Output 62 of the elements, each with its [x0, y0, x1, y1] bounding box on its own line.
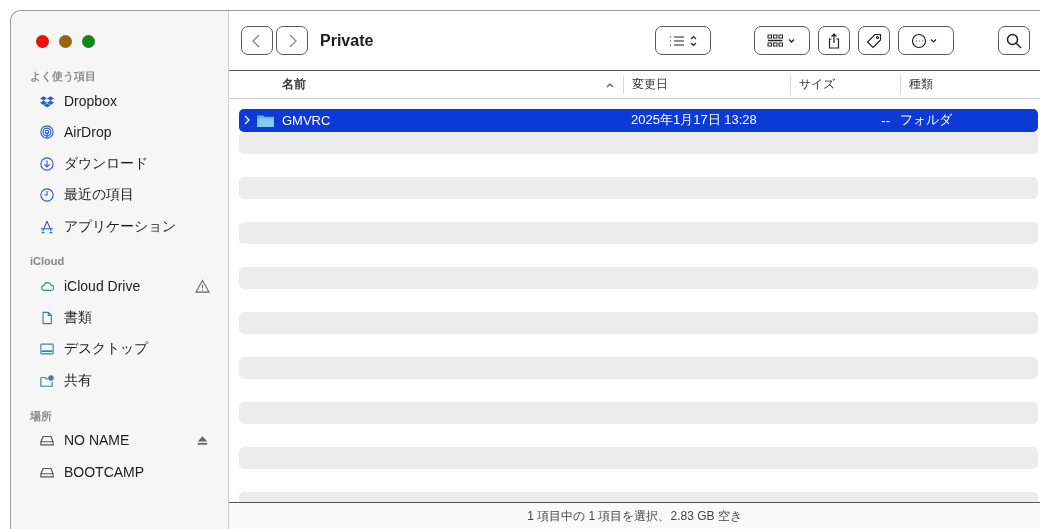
desktop-icon	[40, 342, 54, 357]
forward-button[interactable]	[276, 26, 308, 55]
sidebar-item[interactable]: 最近の項目	[21, 179, 218, 211]
sidebar-item[interactable]: Dropbox	[21, 85, 218, 117]
share-icon	[826, 32, 842, 49]
sidebar-item[interactable]: BOOTCAMP	[21, 456, 218, 488]
item-label: 共有	[64, 371, 93, 390]
item-label: Dropbox	[64, 92, 118, 109]
item-label: デスクトップ	[64, 340, 150, 359]
kind-cell-text: フォルダ	[900, 111, 953, 130]
window-title: Private	[320, 31, 374, 50]
item-label: iCloud Drive	[64, 278, 142, 295]
cloud-icon	[40, 279, 54, 294]
sidebar-item[interactable]: 共有	[21, 365, 218, 397]
shared-folder-icon	[40, 373, 54, 388]
column-header[interactable]: 名前	[229, 75, 623, 94]
sidebar-item[interactable]: デスクトップ	[21, 333, 218, 365]
item-label: AirDrop	[64, 124, 113, 141]
sidebar-item[interactable]: iCloud Drive	[21, 270, 218, 302]
download-icon	[40, 156, 54, 171]
sidebar-item[interactable]: ダウンロード	[21, 148, 218, 180]
group-button[interactable]	[754, 26, 810, 55]
column-header[interactable]: 種類	[900, 75, 1040, 94]
more-actions-button[interactable]	[898, 26, 954, 55]
search-icon	[1006, 32, 1022, 49]
zoom-button[interactable]	[82, 35, 95, 48]
minimize-button[interactable]	[59, 35, 72, 48]
item-label: アプリケーション	[64, 217, 177, 236]
folder-icon	[257, 113, 274, 127]
document-icon	[40, 310, 54, 325]
section-heading: 場所	[29, 408, 53, 424]
item-label: ダウンロード	[64, 154, 149, 173]
view-options-button[interactable]	[655, 26, 711, 55]
size-cell-text: --	[880, 112, 891, 128]
item-label: 最近の項目	[64, 186, 135, 205]
drive-icon	[40, 433, 54, 448]
sidebar-item[interactable]: 書類	[21, 302, 218, 334]
column-header[interactable]: 変更日	[623, 75, 790, 94]
close-button[interactable]	[36, 35, 49, 48]
sidebar-item[interactable]: AirDrop	[21, 116, 218, 148]
disclosure-icon[interactable]	[243, 115, 251, 126]
column-header[interactable]: サイズ	[790, 75, 900, 94]
search-button[interactable]	[998, 26, 1030, 55]
sidebar-item[interactable]: アプリケーション	[21, 211, 218, 243]
airdrop-icon	[40, 125, 54, 140]
sidebar-item[interactable]: NO NAME	[21, 424, 218, 456]
share-button[interactable]	[818, 26, 850, 55]
clock-icon	[40, 188, 54, 203]
item-label: 書類	[64, 308, 93, 327]
file-row[interactable]: GMVRC 2025年1月17日 13:28 -- フォルダ	[239, 109, 1038, 132]
item-label: NO NAME	[64, 432, 131, 449]
tag-button[interactable]	[858, 26, 890, 55]
apps-icon	[40, 219, 54, 234]
dropbox-icon	[40, 93, 54, 108]
back-button[interactable]	[241, 26, 273, 55]
status-text: 1 項目中の 1 項目を選択、2.83 GB 空き	[527, 507, 742, 525]
section-heading: iCloud	[29, 253, 66, 269]
section-heading: よく使う項目	[29, 69, 97, 84]
file-name: GMVRC	[282, 112, 331, 128]
date-cell-text: 2025年1月17日 13:28	[630, 111, 758, 130]
tag-icon	[866, 32, 882, 49]
item-label: BOOTCAMP	[64, 463, 146, 480]
